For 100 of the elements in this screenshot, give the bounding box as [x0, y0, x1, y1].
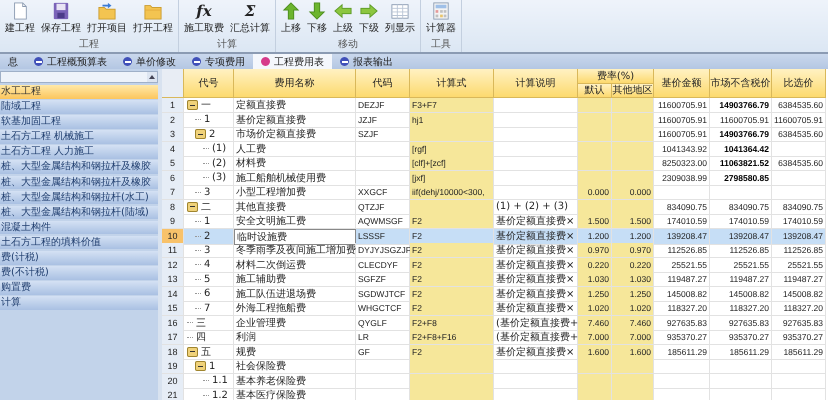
table-cell: 6384535.60: [778, 100, 823, 110]
table-cell-text: 安全文明施工费: [236, 214, 306, 228]
table-cell: F2: [412, 346, 422, 356]
toolbar-button[interactable]: 上移: [278, 0, 304, 38]
table-cell-text: 施工辅助费: [236, 272, 286, 286]
table-cell-text: 冬季雨季及夜间施工增加费: [236, 244, 356, 257]
table-row[interactable]: 17 四 利润 LR F2+F8+F16 (基价定额直接费+ 7.000 7.000 935370.27 935370.27 935370.27: [162, 330, 826, 344]
sidebar-item[interactable]: 计算: [0, 296, 158, 310]
table-cell: 1.500: [588, 216, 609, 226]
table-row[interactable]: 4 (1) 人工费 [rgf] 1041343.92 1041364.42: [162, 142, 826, 156]
table-row[interactable]: 6 (3) 施工船舶机械使用费 [jxf] 2309038.99 2798580.85: [162, 170, 826, 185]
sidebar-item[interactable]: 混凝土构件: [0, 220, 158, 234]
toolbar-button[interactable]: fx 施工取费: [181, 0, 227, 38]
table-cell: 0.000: [588, 187, 609, 197]
table-cell-text: 基价定额直接费: [236, 114, 306, 126]
table-cell: 185611.29: [783, 346, 823, 356]
table-cell: DYJYJSGZJF: [358, 245, 411, 255]
table-row[interactable]: 18 五 规费 GF F2 基价定额直接费× 1.600 1.600 185611.29 185611.29 185611.29: [162, 344, 826, 359]
toolbar-button[interactable]: Σ 汇总计算: [227, 0, 273, 38]
table-cell-text: 施工船舶机械使用费: [236, 172, 326, 184]
collapse-icon[interactable]: [195, 129, 206, 139]
toolbar-button[interactable]: 下移: [304, 0, 330, 38]
collapse-icon[interactable]: [187, 100, 198, 110]
tree-line: [187, 322, 193, 323]
folder-arrow-icon: [98, 2, 116, 20]
arrow-up-icon: [282, 2, 300, 20]
toolbar-button[interactable]: 上级: [330, 0, 356, 38]
table-cell: 145008.82: [782, 288, 823, 298]
tab[interactable]: 单价修改: [115, 54, 184, 69]
table-cell-text: 外海工程拖船费: [236, 302, 306, 315]
formula-icon: Σ: [244, 2, 256, 20]
table-cell-text: 基价定额直接费×: [496, 272, 574, 286]
table-row[interactable]: 19 1 社会保险费: [162, 359, 826, 374]
table-cell-text: 基价定额直接费×: [496, 346, 574, 358]
sidebar-item[interactable]: 陆域工程: [0, 100, 158, 114]
table-row[interactable]: 10 2 临时设施费 LSSSF F2 基价定额直接费× 1.200 1.200 139208.47 139208.47 139208.47: [162, 228, 826, 243]
arrow-right-icon: [360, 2, 378, 20]
table-row[interactable]: 12 4 材料二次倒运费 CLECDYF F2 基价定额直接费× 0.220 0.220 25521.55 25521.55 25521.55: [162, 258, 826, 272]
collapse-icon[interactable]: [195, 361, 206, 371]
tree-line: [203, 148, 209, 149]
table-cell: 1041343.92: [662, 144, 707, 154]
table-cell: 6384535.60: [778, 129, 823, 139]
table-cell: 1: [204, 114, 210, 125]
table-cell: 1.020: [588, 303, 609, 313]
toolbar-button[interactable]: 打开项目: [84, 0, 130, 38]
sidebar-item[interactable]: 软基加固工程: [0, 115, 158, 129]
collapse-icon[interactable]: [187, 202, 198, 212]
collapse-icon[interactable]: [187, 346, 198, 356]
table-cell: 112526.85: [783, 245, 823, 255]
sidebar-item[interactable]: 购置费: [0, 281, 158, 295]
table-row[interactable]: 14 6 施工队伍进退场费 SGDWJTCF F2 基价定额直接费× 1.250 1.250 145008.82 145008.82 145008.82: [162, 286, 826, 301]
table-row[interactable]: 15 7 外海工程拖船费 WHGCTCF F2 基价定额直接费× 1.020 1.020 118327.20 118327.20 118327.20: [162, 301, 826, 316]
toolbar-button[interactable]: 下级: [356, 0, 382, 38]
table-row[interactable]: 16 三 企业管理费 QYGLF F2+F8 (基价定额直接费+ 7.460 7.460 927635.83 927635.83 927635.83: [162, 316, 826, 330]
row-number: 4: [162, 142, 184, 156]
table-row[interactable]: 3 2 市场价定额直接费 SZJF 11600705.91 14903766.79 6384535.60: [162, 127, 826, 142]
row-number: 15: [162, 301, 184, 316]
sidebar-item[interactable]: 土石方工程 机械施工: [0, 130, 158, 144]
sidebar-item[interactable]: 费(计税): [0, 251, 158, 265]
toolbar-button[interactable]: 打开工程: [130, 0, 176, 38]
table-cell: 4: [204, 259, 210, 270]
sidebar-item[interactable]: 桩、大型金属结构和钢拉杆及橡胶: [0, 176, 158, 190]
row-number: 6: [162, 170, 184, 186]
tab[interactable]: 息: [0, 54, 26, 69]
table-cell: JZJF: [358, 114, 377, 124]
toolbar-button[interactable]: 列显示: [382, 0, 418, 38]
table-cell: 1.030: [588, 274, 609, 284]
sidebar-item[interactable]: 费(不计税): [0, 266, 158, 280]
sidebar-item[interactable]: 土石方工程的填料价值: [0, 236, 158, 250]
sidebar-item[interactable]: 水工工程: [0, 85, 158, 98]
group-label: 移动: [337, 38, 359, 52]
toolbar-button[interactable]: 保存工程: [38, 0, 84, 38]
tab[interactable]: 工程费用表: [253, 54, 332, 69]
table-cell-text: 人工费: [236, 142, 266, 156]
scroll-up-icon[interactable]: [147, 72, 157, 82]
table-row[interactable]: 20 1.1 基本养老保险费: [162, 374, 826, 388]
sidebar-item[interactable]: 桩、大型金属结构和钢拉杆(陆域): [0, 206, 158, 220]
row-number: 9: [162, 214, 184, 229]
table-cell: 927635.83: [728, 318, 769, 328]
sidebar-item[interactable]: 桩、大型金属结构和钢拉杆(水工): [0, 190, 158, 204]
table-row[interactable]: 11 3 冬季雨季及夜间施工增加费 DYJYJSGZJF F2 基价定额直接费× 0.970 0.970 112526.85 112526.85 112526.85: [162, 243, 826, 258]
table-row[interactable]: 7 3 小型工程增加费 XXGCF iif(dehj/10000<300, 0.000 0.000: [162, 185, 826, 200]
sidebar-item[interactable]: 土石方工程 人力施工: [0, 145, 158, 159]
sidebar-item[interactable]: 桩、大型金属结构和钢拉杆及橡胶: [0, 160, 158, 174]
table-cell: 14903766.79: [719, 129, 769, 139]
tab[interactable]: 专项费用: [184, 54, 253, 69]
table-cell: 174010.59: [666, 216, 707, 226]
toolbar-button[interactable]: 建工程: [2, 0, 38, 38]
toolbar-button[interactable]: 计算器: [423, 0, 459, 38]
table-row[interactable]: 8 二 其他直接费 QTZJF (1) + (2) + (3) 834090.75 834090.75 834090.75: [162, 200, 826, 214]
table-row[interactable]: 5 (2) 材料费 [clf]+[zcf] 8250323.00 11063821.52 6384535.60: [162, 156, 826, 170]
column-header: 比选价: [772, 69, 826, 98]
table-cell: [clf]+[zcf]: [412, 158, 446, 168]
table-row[interactable]: 21 1.2 基本医疗保险费: [162, 388, 826, 400]
tab[interactable]: 报表输出: [332, 54, 401, 69]
table-cell: F2+F8: [412, 318, 437, 328]
table-row[interactable]: 13 5 施工辅助费 SGFZF F2 基价定额直接费× 1.030 1.030 119487.27 119487.27 119487.27: [162, 272, 826, 286]
tab[interactable]: 工程概预算表: [26, 54, 115, 69]
table-row[interactable]: 2 1 基价定额直接费 JZJF hj1 11600705.91 11600705.91 11600705.91: [162, 112, 826, 127]
table-row[interactable]: 1 一 定额直接费 DEZJF F3+F7 11600705.91 14903766.79 6384535.60: [162, 98, 826, 112]
